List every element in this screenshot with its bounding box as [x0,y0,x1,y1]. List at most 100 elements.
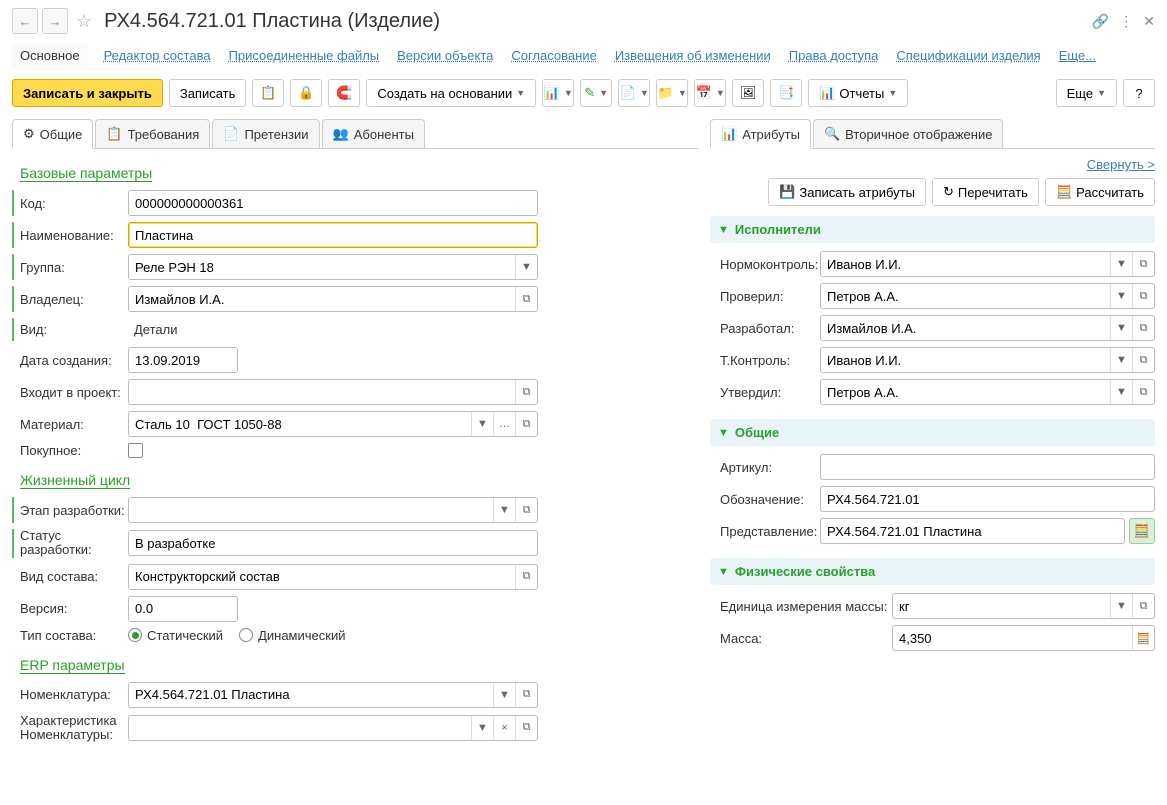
clear-icon[interactable]: × [493,716,515,740]
calc-repr-icon[interactable]: 🧮 [1129,518,1155,544]
save-close-button[interactable]: Записать и закрыть [12,79,163,107]
status-input[interactable] [129,531,537,555]
link-icon[interactable]: 🔗 [1092,13,1109,30]
appr-input[interactable] [821,380,1110,404]
doc-icon[interactable]: 📄▼ [618,79,650,107]
dropdown-icon[interactable]: ▼ [1110,348,1132,372]
more-button[interactable]: Еще▼ [1056,79,1117,107]
folder-icon[interactable]: 📁▼ [656,79,688,107]
sheet-icon[interactable]: 📑 [770,79,802,107]
group-input[interactable] [129,255,515,279]
lock-icon[interactable]: 🔒 [290,79,322,107]
chart-icon[interactable]: 📊▼ [542,79,574,107]
nav-specs[interactable]: Спецификации изделия [894,44,1042,67]
magnet-icon[interactable]: 🧲 [328,79,360,107]
close-icon[interactable]: ✕ [1143,13,1155,30]
dev-input[interactable] [821,316,1110,340]
pencil-icon[interactable]: ✎▼ [580,79,612,107]
desig-input[interactable] [821,487,1154,511]
version-input[interactable] [129,597,317,621]
calendar-icon[interactable]: 📅▼ [694,79,726,107]
date-input[interactable] [129,348,317,372]
mass-input[interactable] [893,626,1132,650]
tctrl-label: Т.Контроль: [720,353,820,368]
dropdown-icon[interactable]: ▼ [1110,316,1132,340]
tctrl-input[interactable] [821,348,1110,372]
calc-button[interactable]: 🧮 Рассчитать [1045,178,1155,206]
favorite-icon[interactable]: ☆ [72,11,96,32]
tab-subscribers[interactable]: 👥 Абоненты [322,119,425,148]
open-icon[interactable]: ⧉ [515,716,537,740]
open-icon[interactable]: ⧉ [1132,348,1154,372]
nav-files[interactable]: Присоединенные файлы [227,44,382,67]
nav-main[interactable]: Основное [12,44,88,67]
open-icon[interactable]: ⧉ [515,380,537,404]
nav-more[interactable]: Еще... [1057,44,1098,67]
owner-input[interactable] [129,287,515,311]
tab-claims[interactable]: 📄 Претензии [212,119,319,148]
check-input[interactable] [821,284,1110,308]
nav-editor[interactable]: Редактор состава [102,44,213,67]
material-input[interactable] [129,412,471,436]
copy-icon[interactable]: 📋 [252,79,284,107]
stage-input[interactable] [129,498,493,522]
tab-attributes[interactable]: 📊 Атрибуты [710,119,811,149]
tab-secondary[interactable]: 🔍 Вторичное отображение [813,119,1003,148]
name-input[interactable] [129,223,537,247]
art-input[interactable] [821,455,1154,479]
open-icon[interactable]: ⧉ [515,287,537,311]
open-icon[interactable]: ⧉ [515,412,537,436]
reread-button[interactable]: ↻ Перечитать [932,178,1039,206]
dots-icon[interactable]: … [493,412,515,436]
open-icon[interactable]: ⧉ [515,565,537,589]
nomen-input[interactable] [129,683,493,707]
radio-dynamic[interactable]: Динамический [239,628,345,643]
accordion-performers[interactable]: ▼Исполнители [710,216,1155,243]
nav-access[interactable]: Права доступа [787,44,881,67]
collapse-link[interactable]: Свернуть > [710,157,1155,172]
purchased-checkbox[interactable] [128,443,143,458]
dropdown-icon[interactable]: ▼ [515,255,537,279]
nav-approval[interactable]: Согласование [509,44,598,67]
forward-button[interactable]: → [42,8,68,34]
open-icon[interactable]: ⧉ [1132,284,1154,308]
open-icon[interactable]: ⧉ [1132,380,1154,404]
dev-label: Разработал: [720,321,820,336]
open-icon[interactable]: ⧉ [515,683,537,707]
tab-general[interactable]: ⚙ Общие [12,119,93,149]
unit-input[interactable] [893,594,1110,618]
char-input[interactable] [129,716,471,740]
dropdown-icon[interactable]: ▼ [493,683,515,707]
image-icon[interactable]: 🖼 [732,79,764,107]
nav-versions[interactable]: Версии объекта [395,44,495,67]
accordion-phys[interactable]: ▼Физические свойства [710,558,1155,585]
dropdown-icon[interactable]: ▼ [471,412,493,436]
code-input[interactable] [129,191,537,215]
open-icon[interactable]: ⧉ [1132,594,1154,618]
dropdown-icon[interactable]: ▼ [493,498,515,522]
norm-input[interactable] [821,252,1110,276]
dropdown-icon[interactable]: ▼ [1110,594,1132,618]
repr-input[interactable] [821,519,1124,543]
dropdown-icon[interactable]: ▼ [1110,284,1132,308]
create-base-button[interactable]: Создать на основании▼ [366,79,536,107]
project-input[interactable] [129,380,515,404]
reports-button[interactable]: 📊 Отчеты▼ [808,79,908,107]
open-icon[interactable]: ⧉ [515,498,537,522]
accordion-common[interactable]: ▼Общие [710,419,1155,446]
more-icon[interactable]: ⋮ [1119,13,1133,30]
calc-icon[interactable]: 🧮 [1132,626,1154,650]
save-button[interactable]: Записать [169,79,247,107]
save-attrs-button[interactable]: 💾 Записать атрибуты [768,178,926,206]
help-button[interactable]: ? [1123,79,1155,107]
comptype-input[interactable] [129,565,515,589]
dropdown-icon[interactable]: ▼ [471,716,493,740]
open-icon[interactable]: ⧉ [1132,316,1154,340]
back-button[interactable]: ← [12,8,38,34]
dropdown-icon[interactable]: ▼ [1110,380,1132,404]
radio-static[interactable]: Статический [128,628,223,643]
dropdown-icon[interactable]: ▼ [1110,252,1132,276]
nav-notifications[interactable]: Извещения об изменении [613,44,773,67]
tab-requirements[interactable]: 📋 Требования [95,119,210,148]
open-icon[interactable]: ⧉ [1132,252,1154,276]
